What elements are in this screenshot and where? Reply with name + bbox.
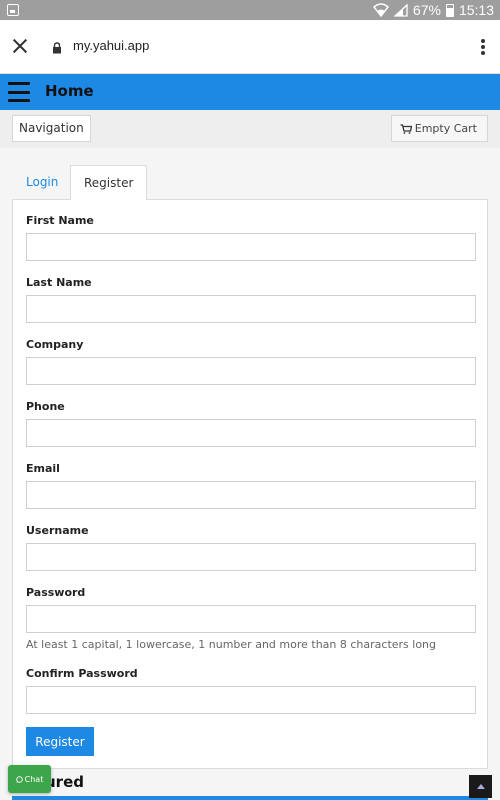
navigation-button[interactable]: Navigation (12, 115, 91, 142)
first-name-input[interactable] (26, 233, 476, 261)
status-icons: 67% 15:13 (372, 1, 494, 19)
lock-icon (53, 42, 61, 54)
browser-toolbar: my.yahui.app (0, 20, 500, 74)
password-help-text: At least 1 capital, 1 lowercase, 1 numbe… (26, 638, 437, 651)
phone-label: Phone (26, 400, 65, 413)
signal-icon (393, 3, 408, 17)
company-label: Company (26, 338, 84, 351)
battery-percent: 67% (412, 2, 441, 18)
close-icon[interactable] (12, 38, 28, 54)
register-button[interactable]: Register (26, 727, 94, 756)
register-form: First Name Last Name Company Phone Email… (12, 199, 488, 769)
hamburger-menu-icon[interactable] (8, 82, 30, 102)
cart-label: Empty Cart (414, 122, 477, 135)
password-input[interactable] (26, 605, 476, 633)
email-input[interactable] (26, 481, 476, 509)
last-name-input[interactable] (26, 295, 476, 323)
gallery-icon (7, 4, 19, 16)
chat-button[interactable]: Chat (8, 765, 51, 793)
whatsapp-icon (15, 775, 23, 783)
wifi-icon (372, 3, 389, 17)
tab-login[interactable]: Login (13, 165, 71, 199)
cart-icon (400, 123, 412, 134)
tab-register[interactable]: Register (70, 165, 148, 200)
main-content: Login Register First Name Last Name Comp… (0, 148, 500, 800)
first-name-label: First Name (26, 214, 94, 227)
phone-input[interactable] (26, 419, 476, 447)
email-label: Email (26, 462, 60, 475)
scroll-to-top-icon[interactable] (469, 775, 492, 798)
last-name-label: Last Name (26, 276, 92, 289)
empty-cart-button[interactable]: Empty Cart (390, 115, 488, 142)
nav-strip: Navigation Empty Cart (0, 110, 500, 148)
company-input[interactable] (26, 357, 476, 385)
password-label: Password (26, 586, 86, 599)
username-label: Username (26, 524, 89, 537)
chat-label: Chat (24, 774, 44, 784)
battery-icon (445, 3, 454, 17)
section-divider (12, 796, 488, 800)
confirm-password-label: Confirm Password (26, 667, 138, 680)
more-menu-icon[interactable] (481, 39, 485, 55)
app-header: Home (0, 74, 500, 110)
username-input[interactable] (26, 543, 476, 571)
clock: 15:13 (458, 2, 494, 18)
page-title: Home (45, 82, 94, 100)
status-bar: 67% 15:13 (0, 0, 500, 20)
confirm-password-input[interactable] (26, 686, 476, 714)
url-text[interactable]: my.yahui.app (73, 38, 149, 53)
